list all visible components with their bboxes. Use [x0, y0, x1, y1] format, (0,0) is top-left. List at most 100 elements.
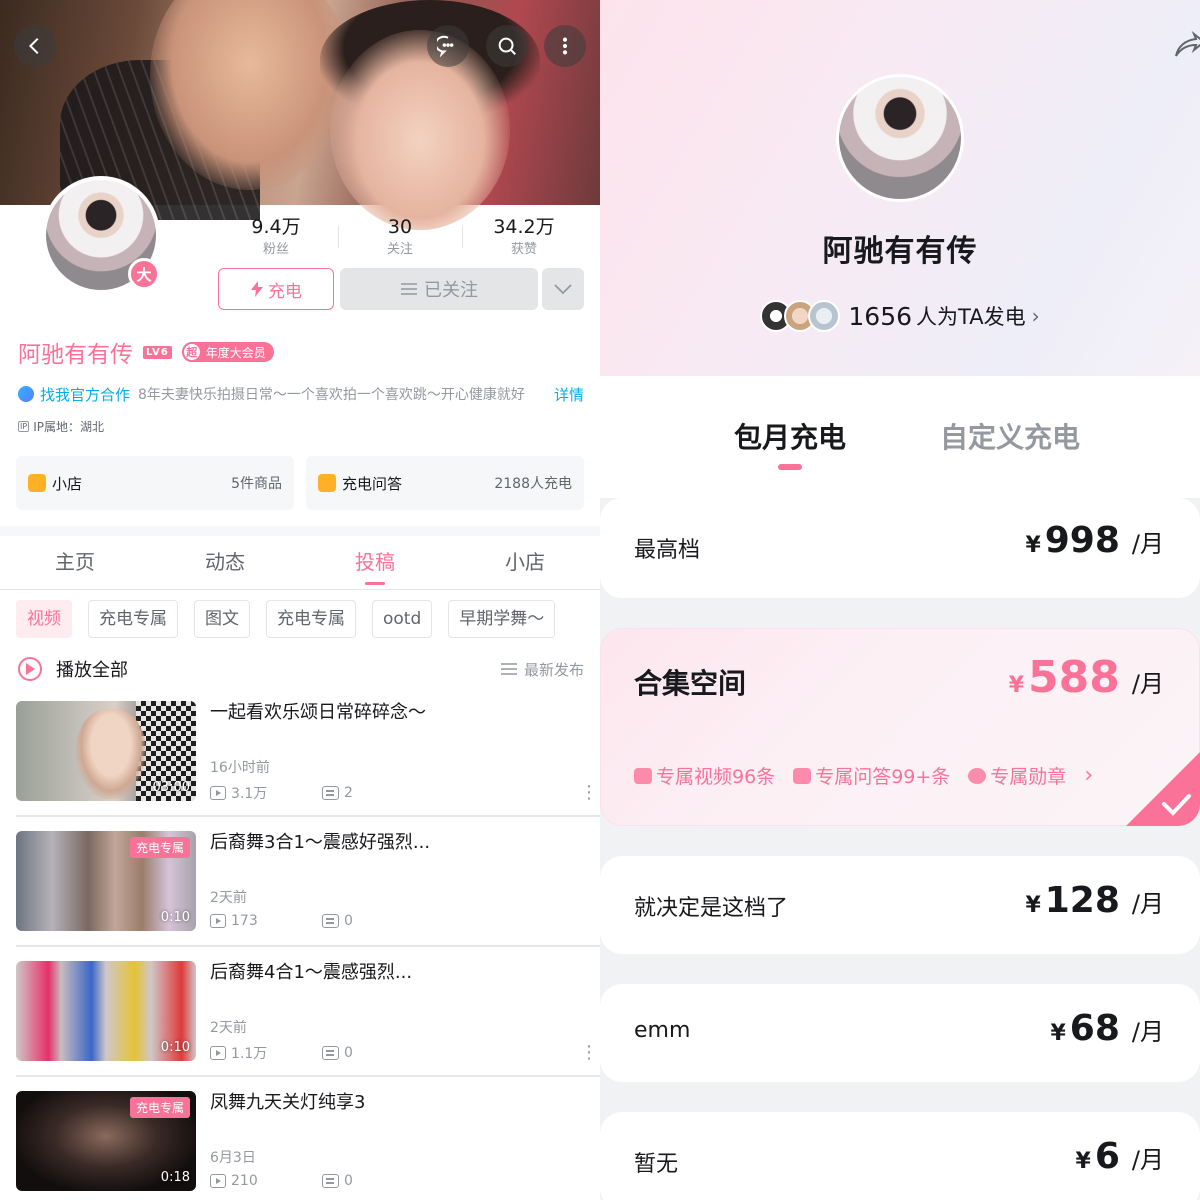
followed-button[interactable]: 已关注: [340, 268, 538, 310]
ip-location: IP IP属地：湖北: [18, 418, 104, 435]
tier-option[interactable]: emm ¥ 68 /月: [600, 984, 1200, 1082]
video-thumbnail[interactable]: 充电专属 0:18: [16, 1091, 196, 1191]
bio-cooperation-link[interactable]: 找我官方合作: [40, 384, 130, 405]
charge-page: 阿驰有有传 1656 人为TA发电 › 包月充电 自定义充电 最高档 ¥ 998…: [600, 0, 1200, 1200]
tier-name: 最高档: [634, 538, 701, 563]
creator-name: 阿驰有有传: [822, 234, 978, 269]
video-item[interactable]: 0:10 后裔舞4合1～震感强烈... 2天前 1.1万 0 ⋮: [16, 961, 600, 1081]
selected-check-icon: [1126, 752, 1200, 826]
bio-details-link[interactable]: 详情: [554, 384, 584, 405]
tier-price: 68: [1069, 1008, 1120, 1049]
play-circle-icon[interactable]: [18, 657, 42, 681]
video-meta: 3.1万 2 ⋮: [210, 783, 598, 803]
play-all-row: 播放全部 最新发布: [18, 652, 584, 686]
chip-charge-exclusive[interactable]: 充电专属: [88, 600, 178, 638]
comment-icon: [322, 786, 339, 800]
currency-symbol: ¥: [1025, 893, 1041, 918]
profile-page: 大 9.4万 粉丝 30 关注 34.2万 获赞 充电 已关注 阿驰有有传 LV…: [0, 0, 600, 1200]
message-button[interactable]: [427, 25, 469, 67]
stat-likes-value: 34.2万: [493, 216, 555, 238]
more-vertical-icon[interactable]: ⋮: [580, 1044, 598, 1062]
play-all-button[interactable]: 播放全部: [56, 656, 500, 682]
tab-dynamic[interactable]: 动态: [150, 536, 300, 589]
stat-fans[interactable]: 9.4万 粉丝: [214, 214, 338, 264]
divider: [16, 945, 600, 947]
chip-video[interactable]: 视频: [16, 600, 72, 638]
tier-name: 暂无: [634, 1152, 679, 1177]
video-time: 6月3日: [210, 1150, 256, 1166]
currency-symbol: ¥: [1008, 673, 1025, 698]
stat-fans-value: 9.4万: [251, 216, 301, 238]
tier-price: 128: [1044, 880, 1120, 921]
chevron-down-icon: [554, 284, 572, 294]
tab-custom-charge[interactable]: 自定义充电: [940, 416, 1080, 456]
perk-label: 专属视频96条: [656, 766, 776, 788]
tier-price: 6: [1094, 1136, 1120, 1177]
menu-lines-icon: [401, 283, 417, 295]
sort-label: 最新发布: [523, 660, 584, 679]
video-title[interactable]: 凤舞九天关灯纯享3: [210, 1091, 590, 1115]
tier-perks[interactable]: 专属视频96条 专属问答99+条 专属勋章 ›: [634, 762, 1093, 789]
video-thumbnail[interactable]: 03:00: [16, 701, 196, 801]
play-count-icon: [210, 914, 226, 928]
video-title[interactable]: 后裔舞4合1～震感强烈...: [210, 961, 590, 985]
tier-option[interactable]: 暂无 ¥ 6 /月: [600, 1112, 1200, 1200]
currency-symbol: ¥: [1075, 1149, 1091, 1174]
stat-likes-label: 获赞: [510, 242, 537, 257]
video-item[interactable]: 充电专属 0:10 后裔舞3合1～震感好强烈... 2天前 173 0: [16, 831, 600, 951]
sort-button[interactable]: 最新发布: [500, 659, 584, 680]
video-title[interactable]: 一起看欢乐颂日常碎碎念～: [210, 701, 590, 725]
video-views: 210: [231, 1173, 258, 1189]
chargers-row[interactable]: 1656 人为TA发电 ›: [600, 294, 1200, 338]
expand-dropdown-button[interactable]: [542, 268, 584, 310]
perk-exclusive-badge: 专属勋章: [968, 762, 1066, 789]
currency-symbol: ¥: [1025, 533, 1041, 558]
shop-icon: [28, 474, 46, 492]
video-views: 173: [231, 913, 258, 929]
chevron-left-icon: [28, 37, 39, 55]
chip-charge-exclusive-2[interactable]: 充电专属: [266, 600, 356, 638]
stat-fans-label: 粉丝: [262, 242, 289, 257]
tier-name: 合集空间: [634, 667, 747, 700]
video-views: 3.1万: [231, 786, 268, 802]
tab-uploads[interactable]: 投稿: [300, 536, 450, 589]
video-item[interactable]: 充电专属 0:18 凤舞九天关灯纯享3 6月3日 210 0: [16, 1091, 600, 1200]
creator-avatar[interactable]: [836, 74, 964, 202]
share-icon[interactable]: [1172, 30, 1200, 64]
charge-qa-icon: [318, 474, 336, 492]
charge-button[interactable]: 充电: [218, 268, 334, 310]
video-title[interactable]: 后裔舞3合1～震感好强烈...: [210, 831, 590, 855]
tab-monthly-charge[interactable]: 包月充电: [734, 416, 846, 470]
chip-ootd[interactable]: ootd: [372, 600, 433, 638]
bio-text: 8年夫妻快乐拍摄日常～一个喜欢拍一个喜欢跳～开心健康就好: [138, 387, 525, 403]
perk-exclusive-video: 专属视频96条: [634, 762, 775, 789]
profile-tabs: 主页 动态 投稿 小店: [0, 536, 600, 590]
tier-option-selected[interactable]: 合集空间 ¥ 588 /月 专属视频96条 专属问答99+条 专属勋章 ›: [600, 628, 1200, 826]
shop-card[interactable]: 小店 5件商品: [16, 456, 294, 510]
charger-avatar: [808, 300, 841, 332]
tab-home[interactable]: 主页: [0, 536, 150, 589]
back-button[interactable]: [14, 25, 56, 67]
sort-lines-icon: [500, 663, 517, 675]
video-thumbnail[interactable]: 充电专属 0:10: [16, 831, 196, 931]
tab-shop[interactable]: 小店: [450, 536, 600, 589]
vip-badge[interactable]: 超 年度大会员: [181, 342, 274, 362]
username: 阿驰有有传: [18, 342, 133, 368]
tier-option[interactable]: 最高档 ¥ 998 /月: [600, 498, 1200, 598]
more-vertical-icon[interactable]: ⋮: [580, 784, 598, 802]
stat-following[interactable]: 30 关注: [338, 214, 462, 264]
profile-stats: 9.4万 粉丝 30 关注 34.2万 获赞: [214, 214, 586, 264]
chip-image-text[interactable]: 图文: [194, 600, 250, 638]
video-time: 2天前: [210, 1020, 247, 1036]
video-item[interactable]: 03:00 一起看欢乐颂日常碎碎念～ 16小时前 3.1万 2 ⋮: [16, 701, 600, 821]
more-options-button[interactable]: [544, 25, 586, 67]
charge-qa-card[interactable]: 充电问答 2188人充电: [306, 456, 584, 510]
chip-early-dance[interactable]: 早期学舞～: [448, 600, 556, 638]
tier-name: emm: [634, 1018, 691, 1043]
charge-button-label: 充电: [268, 281, 302, 302]
search-button[interactable]: [486, 25, 528, 67]
tier-option[interactable]: 就决定是这档了 ¥ 128 /月: [600, 856, 1200, 954]
stat-likes[interactable]: 34.2万 获赞: [462, 214, 586, 264]
video-thumbnail[interactable]: 0:10: [16, 961, 196, 1061]
tier-period: /月: [1131, 1146, 1164, 1174]
